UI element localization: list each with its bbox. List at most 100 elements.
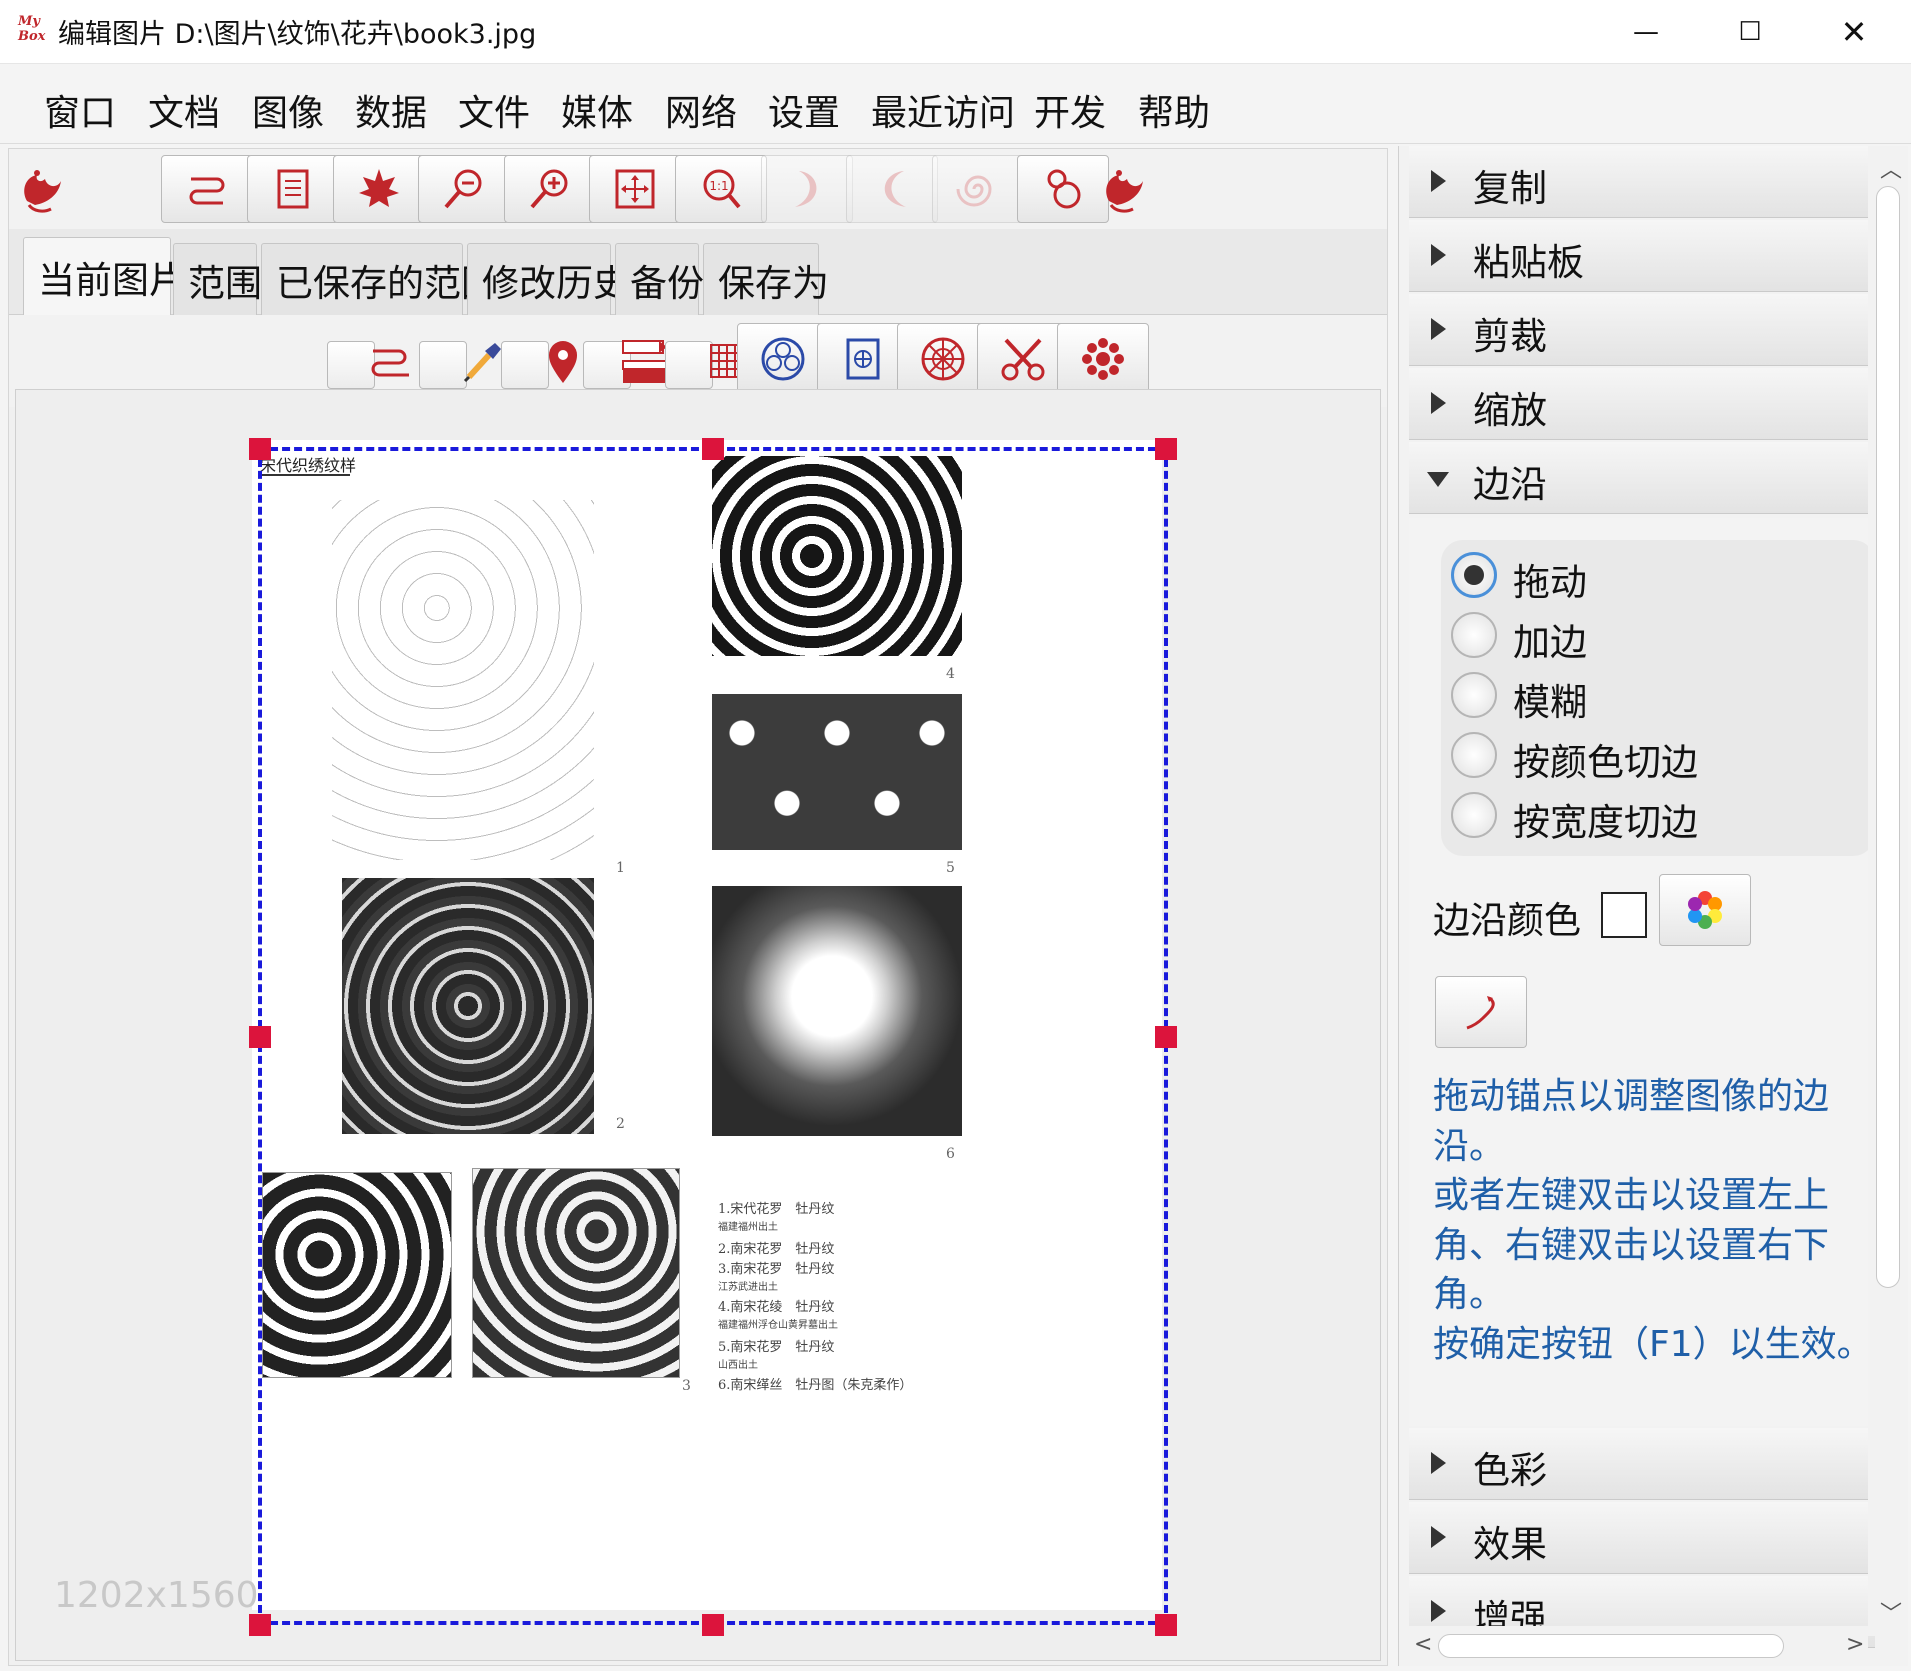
zoom-out-button[interactable] [418,155,510,223]
pattern-round-button[interactable] [897,323,989,395]
collapsed-arrow-icon [1431,170,1446,192]
tab-scope[interactable]: 范围 [173,243,262,315]
menu-help[interactable]: 帮助 [1138,84,1210,136]
collapsed-arrow-icon [1431,318,1446,340]
confirm-brush-icon [1466,996,1495,1030]
menu-settings[interactable]: 设置 [768,84,840,136]
pattern-square-button[interactable] [817,323,909,395]
radio-label-cut-by-color[interactable]: 按颜色切边 [1513,732,1698,786]
expanded-arrow-icon [1427,472,1449,487]
menu-develop[interactable]: 开发 [1034,84,1106,136]
zoom-out-icon [444,169,482,209]
gourd-icon [1047,169,1081,209]
scrollbar-thumb[interactable] [1438,1634,1784,1658]
menu-recent[interactable]: 最近访问 [871,84,1015,136]
radio-blur[interactable] [1451,672,1497,718]
menu-network[interactable]: 网络 [665,84,737,136]
pattern-blue-button[interactable] [737,323,829,395]
radio-label-drag[interactable]: 拖动 [1513,552,1587,606]
title-bar: My Box 编辑图片 D:\图片\纹饰\花卉\book3.jpg — ☐ ✕ [0,0,1911,64]
flower-button[interactable] [1057,323,1149,395]
radio-cut-by-color[interactable] [1451,732,1497,778]
right-panel-vertical-scrollbar[interactable]: ︿ ﹀ [1868,146,1908,1636]
right-panel-horizontal-scrollbar[interactable]: < > [1408,1626,1868,1666]
border-mode-radio-group: 拖动 加边 模糊 按颜色切边 按宽度切边 [1441,540,1875,856]
zoom-in-icon [530,169,568,209]
color-palette-icon [1688,891,1722,929]
page-button[interactable] [247,155,339,223]
image-canvas[interactable]: 宋代织绣纹样 1 2 3 4 5 6 1.宋代花罗 牡丹纹 福建福州出土 2.南… [15,389,1381,1661]
section-effects[interactable]: 效果 [1409,1502,1875,1574]
gourd-button[interactable] [1017,155,1109,223]
actual-size-icon: 1:1 [703,169,741,209]
zoom-in-button[interactable] [504,155,596,223]
page-icon [277,169,309,209]
tab-history[interactable]: 修改历史 [467,243,630,315]
rotate-left-icon [795,171,817,207]
section-color[interactable]: 色彩 [1409,1428,1875,1500]
pen-ruler-icon [622,340,668,383]
border-selection-rectangle[interactable] [258,447,1168,1625]
menu-window[interactable]: 窗口 [44,84,116,136]
radio-cut-by-width[interactable] [1451,792,1497,838]
maple-leaf-icon [359,169,399,207]
close-button[interactable]: ✕ [1804,0,1904,64]
anchor-bottom-right[interactable] [1155,1614,1177,1636]
anchor-bottom-left[interactable] [249,1614,271,1636]
collapsed-arrow-icon [1431,1600,1446,1622]
spiral-button[interactable] [932,155,1024,223]
tab-current-image[interactable]: 当前图片 [23,237,186,315]
tab-backup[interactable]: 备份 [615,243,704,315]
radio-label-blur[interactable]: 模糊 [1513,672,1587,726]
section-crop[interactable]: 剪裁 [1409,294,1875,366]
anchor-middle-left[interactable] [249,1026,271,1048]
collapsed-arrow-icon [1431,1526,1446,1548]
anchor-top-middle[interactable] [702,438,724,460]
menu-file[interactable]: 文件 [458,84,530,136]
anchor-middle-right[interactable] [1155,1026,1177,1048]
section-clipboard[interactable]: 粘贴板 [1409,220,1875,292]
tab-saved-scopes[interactable]: 已保存的范围 [261,243,498,315]
collapsed-arrow-icon [1431,392,1446,414]
scroll-left-icon[interactable]: < [1414,1632,1432,1657]
fold-button[interactable] [161,155,253,223]
radio-add-border[interactable] [1451,612,1497,658]
fit-window-icon [615,169,655,209]
ok-button[interactable] [1435,976,1527,1048]
menu-document[interactable]: 文档 [148,84,220,136]
menu-data[interactable]: 数据 [355,84,427,136]
rotate-left-button[interactable] [761,155,853,223]
radio-label-cut-by-width[interactable]: 按宽度切边 [1513,792,1698,846]
cut-button[interactable] [977,323,1069,395]
main-toolbar: 1:1 [9,149,1387,229]
scroll-right-icon[interactable]: > [1846,1632,1864,1657]
operations-panel: 复制 粘贴板 剪裁 缩放 边沿 拖动 加边 模糊 按颜色切边 按宽度切边 边沿颜… [1398,146,1908,1666]
scrollbar-thumb[interactable] [1876,186,1900,1288]
scroll-down-icon[interactable]: ﹀ [1880,1596,1902,1628]
radio-label-add-border[interactable]: 加边 [1513,612,1587,666]
section-border[interactable]: 边沿 [1409,442,1875,514]
spiral-icon [956,175,992,207]
anchor-bottom-middle[interactable] [702,1614,724,1636]
tab-save-as[interactable]: 保存为 [703,243,829,315]
maximize-button[interactable]: ☐ [1700,0,1800,64]
menu-image[interactable]: 图像 [252,84,324,136]
section-scale[interactable]: 缩放 [1409,368,1875,440]
editor-panel: 1:1 当前图片 范围 已保存的范围 修改历史 备份 保存为 宋代织绣纹样 1 … [8,148,1388,1666]
rotate-right-button[interactable] [846,155,938,223]
actual-size-button[interactable]: 1:1 [675,155,767,223]
eyedropper-icon [463,343,501,383]
menu-media[interactable]: 媒体 [561,84,633,136]
border-color-swatch[interactable] [1601,892,1647,938]
palette-button[interactable] [1659,874,1751,946]
collapsed-arrow-icon [1431,244,1446,266]
minimize-button[interactable]: — [1596,0,1696,64]
anchor-top-left[interactable] [249,438,271,460]
radio-drag[interactable] [1451,552,1497,598]
window-title: 编辑图片 D:\图片\纹饰\花卉\book3.jpg [58,19,537,50]
anchor-top-right[interactable] [1155,438,1177,460]
fit-window-button[interactable] [589,155,681,223]
leaf-button[interactable] [333,155,425,223]
section-copy[interactable]: 复制 [1409,146,1875,218]
scroll-up-icon[interactable]: ︿ [1880,152,1902,184]
